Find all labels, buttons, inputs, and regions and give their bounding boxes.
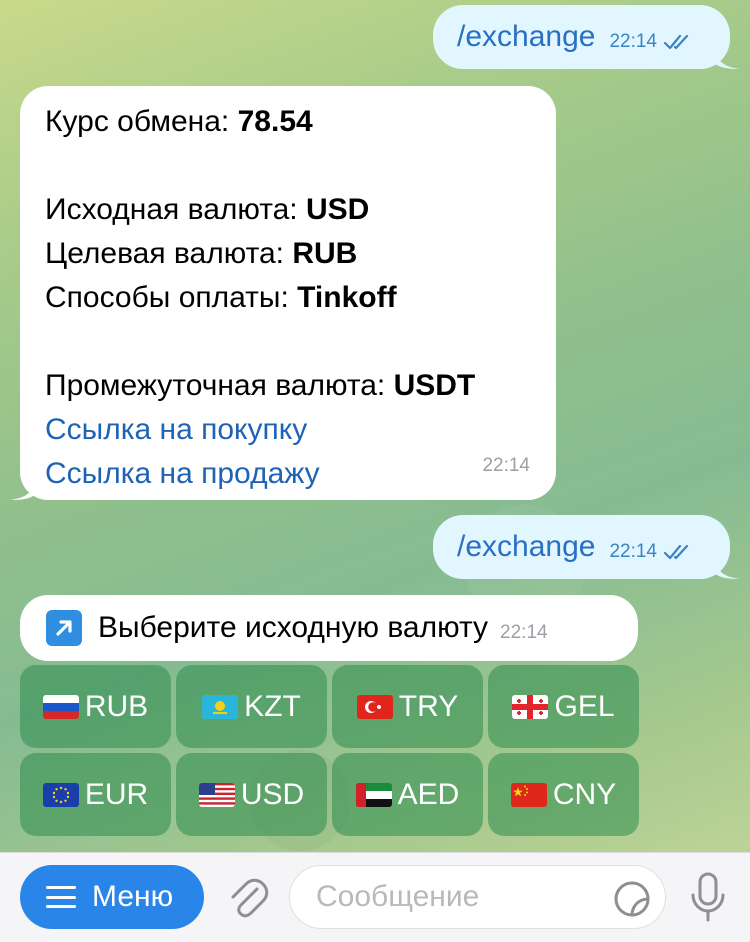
currency-button-label: GEL: [554, 689, 615, 723]
choose-currency-message: Выберите исходную валюту 22:14: [20, 595, 638, 661]
rate-line: Курс обмена: 78.54: [45, 105, 313, 138]
sell-link[interactable]: Ссылка на продажу: [45, 457, 320, 490]
russia-flag-icon: [42, 694, 79, 719]
bubble-tail: [714, 47, 740, 69]
double-check-icon: [663, 34, 689, 50]
uae-flag-icon: [355, 782, 392, 807]
currency-button-label: EUR: [84, 777, 149, 811]
currency-button-cny[interactable]: CNY: [488, 753, 639, 836]
source-currency-line: Исходная валюта: USD: [45, 193, 370, 226]
currency-button-label: AED: [397, 777, 460, 811]
currency-button-try[interactable]: TRY: [332, 665, 483, 748]
currency-button-label: CNY: [552, 777, 617, 811]
currency-button-label: RUB: [84, 689, 149, 723]
intermediate-currency-line: Промежуточная валюта: USDT: [45, 369, 476, 402]
source-currency-value: USD: [305, 193, 370, 226]
sticker-icon[interactable]: [613, 880, 651, 918]
menu-button-label: Меню: [92, 880, 174, 913]
target-currency-value: RUB: [292, 237, 358, 270]
outgoing-message[interactable]: /exchange 22:14: [433, 5, 740, 69]
message-composer: Меню Сообщение: [0, 852, 750, 942]
georgia-flag-icon: [512, 694, 549, 719]
message-time: 22:14: [609, 541, 657, 562]
attach-icon[interactable]: [224, 875, 270, 921]
microphone-icon[interactable]: [688, 871, 728, 923]
bubble-tail: [714, 557, 740, 579]
intermediate-currency-value: USDT: [393, 369, 476, 402]
exchange-result-message: Курс обмена: 78.54 Исходная валюта: USD …: [10, 86, 556, 500]
outgoing-message[interactable]: /exchange 22:14: [433, 515, 740, 579]
currency-button-label: KZT: [244, 689, 301, 723]
message-text: /exchange: [457, 530, 596, 563]
currency-button-gel[interactable]: GEL: [488, 665, 639, 748]
message-meta: 22:14: [609, 541, 693, 563]
payment-methods-line: Способы оплаты: Tinkoff: [45, 281, 397, 314]
message-text: /exchange: [457, 20, 596, 53]
currency-button-label: TRY: [398, 689, 459, 723]
menu-button[interactable]: Меню: [20, 865, 204, 929]
currency-button-kzt[interactable]: KZT: [176, 665, 327, 748]
message-time: 22:14: [482, 455, 530, 476]
message-meta: 22:14: [609, 31, 693, 53]
message-input-placeholder: Сообщение: [316, 880, 480, 913]
turkey-flag-icon: [356, 694, 393, 719]
usa-flag-icon: [198, 782, 235, 807]
currency-button-rub[interactable]: RUB: [20, 665, 171, 748]
menu-icon: [46, 886, 76, 908]
currency-button-eur[interactable]: EUR: [20, 753, 171, 836]
buy-link[interactable]: Ссылка на покупку: [45, 413, 307, 446]
eu-flag-icon: [42, 782, 79, 807]
message-text: Выберите исходную валюту: [98, 611, 489, 644]
currency-button-label: USD: [240, 777, 305, 811]
currency-button-usd[interactable]: USD: [176, 753, 327, 836]
target-currency-line: Целевая валюта: RUB: [45, 237, 358, 270]
message-time: 22:14: [500, 622, 548, 643]
rate-value: 78.54: [237, 105, 313, 138]
currency-keyboard: RUB KZT TRY GEL EUR USD AED CNY: [20, 665, 639, 836]
kazakhstan-flag-icon: [202, 694, 239, 719]
message-time: 22:14: [609, 31, 657, 52]
double-check-icon: [663, 544, 689, 560]
currency-button-aed[interactable]: AED: [332, 753, 483, 836]
arrow-up-right-icon: [46, 610, 82, 646]
bubble-tail: [10, 478, 36, 500]
china-flag-icon: [510, 782, 547, 807]
message-input[interactable]: Сообщение: [289, 865, 666, 929]
payment-methods-value: Tinkoff: [297, 281, 397, 314]
